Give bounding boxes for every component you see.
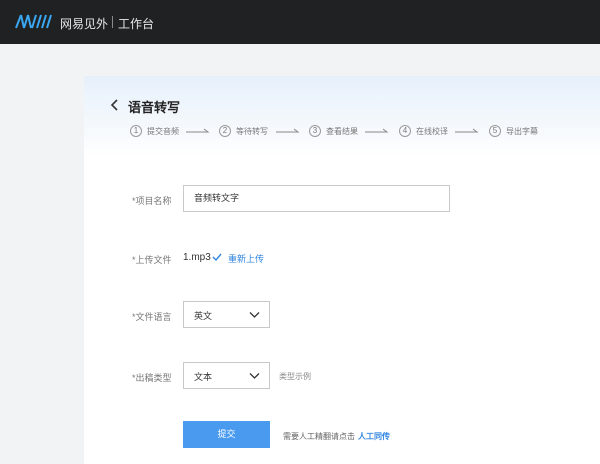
step-arrow-icon: [186, 128, 210, 133]
step-number: 4: [399, 125, 411, 137]
check-icon: [212, 253, 222, 262]
workbench-link[interactable]: 工作台: [118, 15, 154, 32]
file-language-value: 英文: [194, 311, 213, 321]
manual-translation-hint: 需要人工精翻请点击: [283, 432, 355, 441]
output-type-select[interactable]: 文本: [183, 362, 270, 389]
file-language-label: *文件语言: [132, 312, 172, 322]
step-3: 3 查看结果: [309, 124, 358, 138]
step-number: 1: [130, 125, 142, 137]
step-5: 5 导出字幕: [489, 124, 538, 138]
file-language-select[interactable]: 英文: [183, 301, 270, 328]
step-number: 5: [489, 125, 501, 137]
manual-interpretation-link[interactable]: 人工同传: [358, 431, 390, 442]
step-1: 1 提交音频: [130, 124, 179, 138]
page-title: 语音转写: [128, 100, 181, 115]
chevron-down-icon: [249, 312, 260, 318]
project-name-input[interactable]: 音频转文字: [183, 185, 450, 212]
step-number: 2: [219, 125, 231, 137]
step-label: 在线校译: [416, 126, 448, 136]
top-bar: 网易见外 工作台: [0, 0, 600, 44]
output-type-label: *出稿类型: [132, 373, 172, 383]
step-4: 4 在线校译: [399, 124, 448, 138]
step-label: 等待转写: [236, 126, 268, 136]
step-arrow-icon: [455, 128, 479, 133]
step-2: 2 等待转写: [219, 124, 268, 138]
step-arrow-icon: [365, 128, 389, 133]
step-label: 查看结果: [326, 126, 358, 136]
project-name-label: *项目名称: [132, 196, 172, 206]
reupload-link[interactable]: 重新上传: [228, 252, 264, 265]
chevron-down-icon: [249, 373, 260, 379]
upload-file-label: *上传文件: [132, 255, 172, 265]
logo-icon[interactable]: [14, 12, 54, 32]
submit-button[interactable]: 提交: [183, 421, 270, 448]
output-type-value: 文本: [194, 372, 213, 382]
step-number: 3: [309, 125, 321, 137]
brand-name[interactable]: 网易见外: [60, 15, 108, 32]
output-type-example-link[interactable]: 类型示例: [279, 371, 311, 382]
brand-divider: [112, 16, 113, 28]
step-label: 导出字幕: [506, 126, 538, 136]
step-label: 提交音频: [147, 126, 179, 136]
uploaded-file-name: 1.mp3: [183, 252, 211, 263]
step-arrow-icon: [276, 128, 300, 133]
back-arrow-icon[interactable]: [108, 98, 122, 112]
